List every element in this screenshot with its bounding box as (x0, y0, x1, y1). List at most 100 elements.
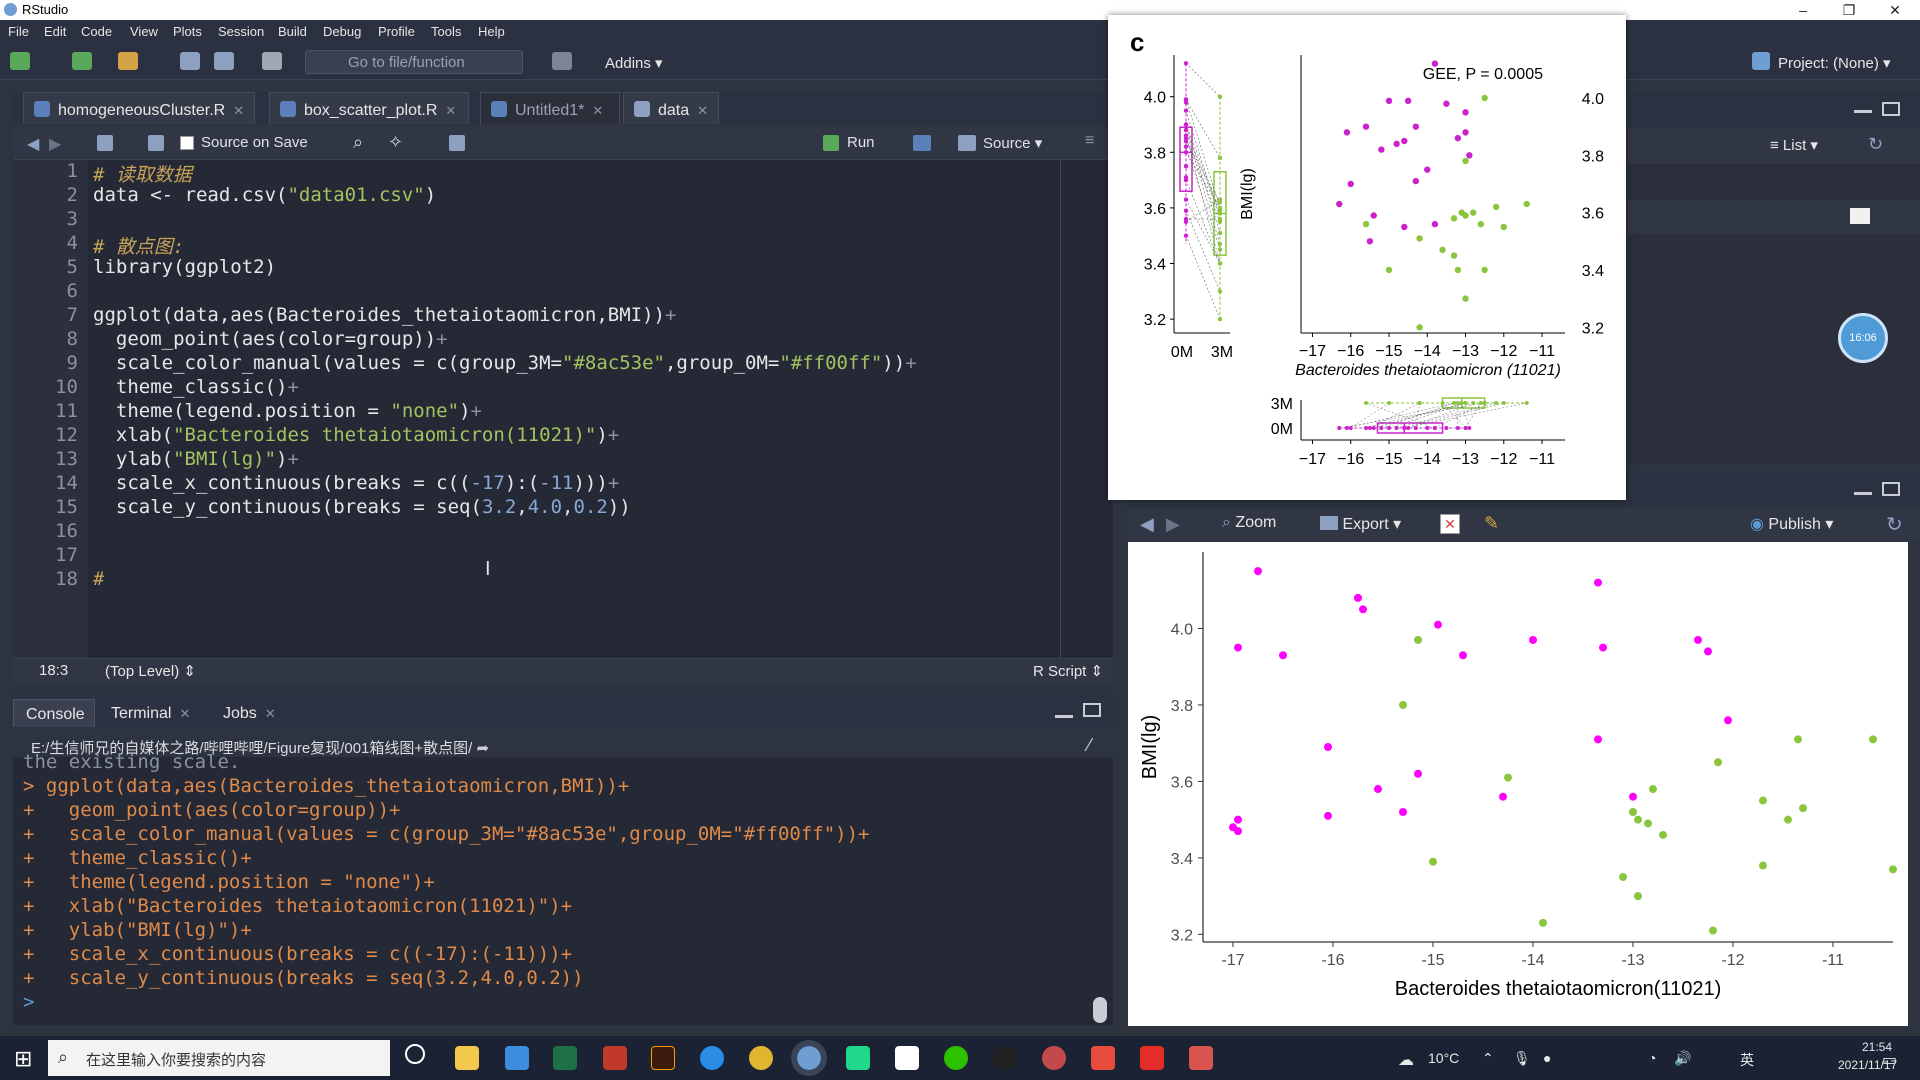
rerun-icon[interactable] (913, 135, 931, 151)
wifi-icon[interactable]: ◔ (1648, 1050, 1656, 1066)
qq-icon[interactable] (993, 1046, 1017, 1070)
addins-menu[interactable]: Addins ▾ (605, 54, 663, 72)
remove-plot-icon[interactable]: ✕ (1440, 514, 1460, 534)
close-tab-icon[interactable]: ✕ (592, 103, 603, 118)
thunder-icon[interactable] (700, 1046, 724, 1070)
task-view-icon[interactable] (405, 1044, 425, 1064)
source-button[interactable]: Source ▾ (983, 134, 1042, 152)
weather-icon[interactable]: ☁ (1398, 1050, 1414, 1070)
magic-wand-icon[interactable]: ✧ (388, 132, 403, 153)
browser-icon[interactable] (1042, 1046, 1066, 1070)
source-on-save-checkbox[interactable] (180, 136, 194, 150)
todo-app-icon[interactable] (505, 1046, 529, 1070)
illustrator-icon[interactable] (651, 1046, 675, 1070)
windows-start-icon[interactable]: ⊞ (14, 1046, 32, 1072)
wechat-icon[interactable] (944, 1046, 968, 1070)
export-menu[interactable]: Export ▾ (1320, 514, 1401, 534)
close-tab-icon[interactable]: ✕ (179, 706, 190, 721)
tab-console[interactable]: Console (13, 699, 95, 727)
taskbar-search-input[interactable]: ⌕ 在这里输入你要搜索的内容 (48, 1040, 390, 1076)
file-explorer-icon[interactable] (455, 1046, 479, 1070)
environment-row[interactable] (1628, 200, 1920, 234)
back-arrow-icon[interactable]: ◀ (27, 134, 39, 154)
ime-indicator[interactable]: 英 (1740, 1050, 1754, 1070)
volume-icon[interactable]: 🔊 (1674, 1050, 1691, 1067)
tab-data[interactable]: data ✕ (623, 92, 719, 124)
new-project-icon[interactable] (72, 52, 92, 70)
filetype-menu[interactable]: R Script ⇕ (1033, 662, 1103, 680)
weather-temperature[interactable]: 10°C (1428, 1050, 1459, 1066)
refresh-icon[interactable]: ↻ (1886, 512, 1903, 537)
tab-box-scatter-plot[interactable]: box_scatter_plot.R ✕ (269, 92, 469, 124)
view-mode-menu[interactable]: ≡ List ▾ (1770, 136, 1818, 154)
clear-console-icon[interactable]: ⁄ (1088, 735, 1091, 756)
scope-indicator[interactable]: (Top Level) ⇕ (105, 662, 196, 680)
minimize-button[interactable]: – (1780, 0, 1826, 20)
open-file-icon[interactable] (118, 52, 138, 70)
floating-clock-badge[interactable]: 16:06 (1838, 313, 1888, 363)
minimize-pane-icon[interactable] (1854, 492, 1872, 495)
close-tab-icon[interactable]: ✕ (445, 103, 456, 118)
console-scrollbar[interactable] (1093, 997, 1107, 1023)
project-menu[interactable]: Project: (None) ▾ (1778, 54, 1891, 72)
menu-plots[interactable]: Plots (173, 24, 202, 39)
tab-terminal[interactable]: Terminal ✕ (99, 699, 209, 727)
forward-arrow-icon[interactable]: ▶ (49, 134, 61, 154)
filezilla-icon[interactable] (603, 1046, 627, 1070)
new-file-icon[interactable] (10, 52, 30, 70)
goto-file-input[interactable]: Go to file/function (305, 50, 523, 74)
go-to-directory-icon[interactable]: ➦ (477, 740, 490, 757)
close-tab-icon[interactable]: ✕ (265, 706, 276, 721)
menu-tools[interactable]: Tools (431, 24, 461, 39)
show-in-window-icon[interactable] (97, 135, 113, 151)
console-prompt[interactable]: > (23, 991, 46, 1013)
pycharm-icon[interactable] (846, 1046, 870, 1070)
run-button[interactable]: Run (847, 134, 875, 151)
refresh-icon[interactable]: ↻ (1868, 134, 1883, 155)
zy-app-icon[interactable] (1091, 1046, 1115, 1070)
tab-untitled1[interactable]: Untitled1* ✕ (480, 92, 620, 124)
chrome-icon[interactable] (749, 1046, 773, 1070)
typora-icon[interactable] (895, 1046, 919, 1070)
publish-menu[interactable]: ◉ Publish ▾ (1750, 514, 1833, 534)
table-icon[interactable] (1850, 208, 1870, 224)
microphone-icon[interactable]: 🎙 (1513, 1050, 1531, 1067)
netease-icon[interactable] (1140, 1046, 1164, 1070)
minimize-pane-icon[interactable] (1055, 715, 1073, 718)
close-tab-icon[interactable]: ✕ (697, 103, 708, 118)
menu-session[interactable]: Session (218, 24, 264, 39)
zoom-button[interactable]: ⌕ Zoom (1222, 514, 1276, 532)
console-output[interactable]: the existing scale. > ggplot(data,aes(Ba… (13, 751, 1113, 1025)
maximize-pane-icon[interactable] (1083, 703, 1101, 717)
outline-icon[interactable]: ≡ (1085, 132, 1094, 150)
clear-plots-icon[interactable]: ✎ (1484, 513, 1499, 534)
previous-plot-icon[interactable]: ◀ (1140, 514, 1154, 535)
tab-homogeneouscluster[interactable]: homogeneousCluster.R ✕ (23, 92, 255, 124)
print-icon[interactable] (262, 52, 282, 70)
menu-code[interactable]: Code (81, 24, 112, 39)
search-icon[interactable]: ⌕ (353, 132, 363, 153)
save-icon[interactable] (148, 135, 164, 151)
menu-help[interactable]: Help (478, 24, 505, 39)
excel-icon[interactable] (553, 1046, 577, 1070)
maximize-pane-icon[interactable] (1882, 102, 1900, 116)
tab-jobs[interactable]: Jobs ✕ (211, 699, 291, 727)
menu-profile[interactable]: Profile (378, 24, 415, 39)
code-editor[interactable]: 1 2 3 4 5 6 7 8 9 10 11 12 13 14 15 16 1… (13, 160, 1113, 658)
save-icon[interactable] (180, 52, 200, 70)
close-tab-icon[interactable]: ✕ (233, 103, 244, 118)
maximize-button[interactable]: ❐ (1826, 0, 1872, 20)
close-button[interactable]: ✕ (1872, 0, 1918, 20)
grid-layout-icon[interactable] (552, 52, 572, 70)
notification-icon[interactable]: ▭ (1882, 1050, 1897, 1070)
wechat-tray-icon[interactable]: ● (1543, 1050, 1551, 1066)
red-app-icon[interactable] (1189, 1046, 1213, 1070)
show-hidden-icons-icon[interactable]: ⌃ (1482, 1050, 1494, 1067)
maximize-pane-icon[interactable] (1882, 482, 1900, 496)
menu-edit[interactable]: Edit (44, 24, 66, 39)
menu-build[interactable]: Build (278, 24, 307, 39)
menu-file[interactable]: File (8, 24, 29, 39)
next-plot-icon[interactable]: ▶ (1166, 514, 1180, 535)
compile-report-icon[interactable] (449, 135, 465, 151)
minimize-pane-icon[interactable] (1854, 110, 1872, 113)
